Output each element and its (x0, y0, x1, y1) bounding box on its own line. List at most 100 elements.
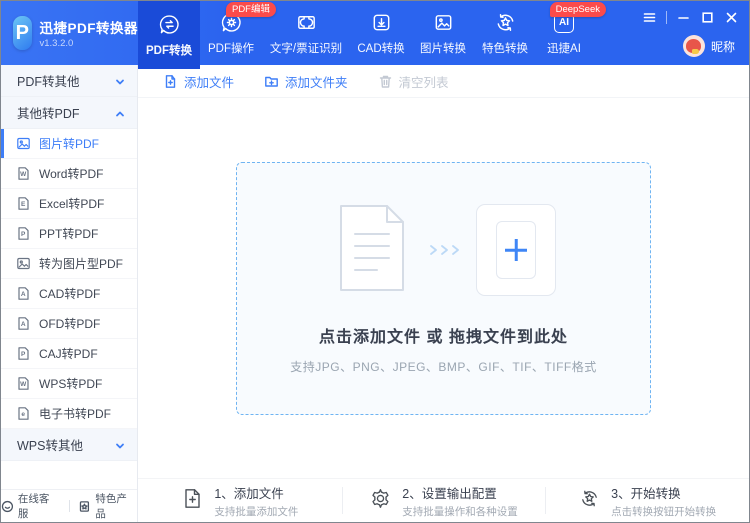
svg-text:W: W (20, 381, 27, 388)
cad-download-icon (369, 11, 393, 35)
convert-bubble-icon (157, 13, 181, 37)
maximize-icon[interactable] (700, 10, 715, 25)
pdf-edit-badge: PDF编辑 (225, 2, 276, 17)
svg-text:W: W (20, 171, 27, 178)
tab-label: 图片转换 (420, 42, 466, 55)
sidebar-group-pdf-to-other[interactable]: PDF转其他 (1, 65, 137, 97)
sidebar: PDF转其他 其他转PDF 图片转PDF W Word转PDF E Excel转… (1, 65, 138, 522)
sidebar-item-caj-to-pdf[interactable]: P CAJ转PDF (1, 339, 137, 369)
file-dropzone[interactable]: 点击添加文件 或 拖拽文件到此处 支持JPG、PNG、JPEG、BMP、GIF、… (236, 161, 651, 415)
sidebar-item-label: OFD转PDF (39, 317, 101, 331)
sidebar-item-label: Excel转PDF (39, 197, 105, 211)
smiley-icon (1, 500, 14, 512)
add-file-button[interactable]: 添加文件 (163, 72, 234, 91)
ebook-file-icon: e (16, 406, 31, 421)
excel-file-icon: E (16, 196, 31, 211)
add-folder-button[interactable]: 添加文件夹 (264, 72, 348, 91)
file-plus-icon (181, 487, 204, 515)
sidebar-item-ofd-to-pdf[interactable]: A OFD转PDF (1, 309, 137, 339)
window-controls-separator (666, 11, 667, 24)
dropzone-formats-text: 支持JPG、PNG、JPEG、BMP、GIF、TIF、TIFF格式 (290, 359, 597, 374)
group-label: WPS转其他 (17, 439, 83, 453)
close-icon[interactable] (724, 10, 739, 25)
word-file-icon: W (16, 166, 31, 181)
star-cycle-icon (493, 11, 517, 35)
sidebar-item-cad-to-pdf[interactable]: A CAD转PDF (1, 279, 137, 309)
featured-products-link[interactable]: 特色产品 (78, 491, 137, 521)
menu-icon[interactable] (642, 10, 657, 25)
sidebar-item-label: Word转PDF (39, 167, 104, 181)
sidebar-item-excel-to-pdf[interactable]: E Excel转PDF (1, 189, 137, 219)
chevron-down-icon (115, 440, 125, 450)
online-support-link[interactable]: 在线客服 (1, 491, 60, 521)
sidebar-item-label: WPS转PDF (39, 377, 103, 391)
sidebar-item-label: 转为图片型PDF (39, 257, 124, 271)
sidebar-item-ppt-to-pdf[interactable]: P PPT转PDF (1, 219, 137, 249)
tab-image-convert[interactable]: 图片转换 (412, 1, 474, 65)
tab-label: 文字/票证识别 (269, 42, 343, 55)
body: PDF转其他 其他转PDF 图片转PDF W Word转PDF E Excel转… (1, 65, 749, 522)
user-name: 昵称 (710, 39, 735, 54)
svg-text:A: A (21, 321, 26, 328)
avatar (682, 35, 705, 57)
dropzone-main-text: 点击添加文件 或 拖拽文件到此处 (319, 328, 568, 346)
app-logo-icon: P (13, 16, 32, 50)
svg-text:P: P (21, 351, 26, 358)
steps-bar: 1、添加文件 支持批量添加文件 2、设置输出配置 支持批量操作和各种设置 3、开… (138, 478, 749, 522)
tab-xunjie-ai[interactable]: DeepSeek AI 迅捷AI (536, 1, 606, 65)
add-file-target-icon[interactable] (476, 204, 556, 296)
chevron-up-icon (115, 108, 125, 118)
file-plus-icon (165, 74, 176, 88)
sidebar-footer: 在线客服 特色产品 (1, 489, 137, 522)
star-cycle-icon (578, 487, 601, 515)
sidebar-item-wps-to-pdf[interactable]: W WPS转PDF (1, 369, 137, 399)
app-version: v1.3.2.0 (39, 38, 74, 49)
tab-special-convert[interactable]: 特色转换 (474, 1, 536, 65)
tab-cad-convert[interactable]: CAD转换 (350, 1, 412, 65)
sidebar-item-label: CAD转PDF (39, 287, 101, 301)
main-panel: 添加文件 添加文件夹 清空列表 点击添加文件 或 拖拽文件到此处 支持JPG、P… (138, 65, 749, 522)
folder-plus-icon (265, 76, 278, 87)
sidebar-item-image-to-pdf[interactable]: 图片转PDF (1, 129, 137, 159)
window-controls (642, 10, 739, 25)
footer-separator (68, 500, 70, 512)
deepseek-badge: DeepSeek (549, 2, 606, 17)
group-label: PDF转其他 (17, 75, 80, 89)
sidebar-item-word-to-pdf[interactable]: W Word转PDF (1, 159, 137, 189)
image-file-icon (16, 256, 31, 271)
gear-icon (369, 487, 392, 515)
user-account[interactable]: 昵称 (682, 35, 735, 57)
sidebar-item-to-image-pdf[interactable]: 转为图片型PDF (1, 249, 137, 279)
tab-label: 特色转换 (482, 42, 528, 55)
app-logo: P 迅捷PDF转换器 v1.3.2.0 (1, 1, 138, 65)
award-icon (80, 500, 90, 512)
app-header: P 迅捷PDF转换器 v1.3.2.0 PDF转换 PDF编辑 PDF操作 文字… (1, 1, 749, 69)
image-file-icon (16, 136, 31, 151)
tab-pdf-edit[interactable]: PDF编辑 PDF操作 (200, 1, 276, 65)
tab-label: PDF操作 (208, 42, 254, 55)
ppt-file-icon: P (16, 226, 31, 241)
clear-list-button[interactable]: 清空列表 (378, 72, 449, 91)
sidebar-group-wps-to-other[interactable]: WPS转其他 (1, 429, 137, 461)
wps-file-icon: W (16, 376, 31, 391)
tab-label: PDF转换 (146, 44, 192, 57)
file-toolbar: 添加文件 添加文件夹 清空列表 (138, 65, 749, 98)
document-icon (331, 202, 413, 299)
sidebar-item-label: 图片转PDF (39, 137, 100, 151)
tab-pdf-convert[interactable]: PDF转换 (138, 1, 200, 69)
svg-text:A: A (21, 291, 26, 298)
minimize-icon[interactable] (676, 10, 691, 25)
app-title: 迅捷PDF转换器 (39, 21, 138, 36)
main-nav: PDF转换 PDF编辑 PDF操作 文字/票证识别 CAD转换 图片转换 特色转… (138, 1, 606, 69)
image-icon (431, 11, 455, 35)
sidebar-item-label: CAJ转PDF (39, 347, 98, 361)
svg-text:P: P (21, 231, 26, 238)
sidebar-item-ebook-to-pdf[interactable]: e 电子书转PDF (1, 399, 137, 429)
tab-label: 迅捷AI (547, 42, 581, 55)
caj-file-icon: P (16, 346, 31, 361)
sidebar-group-other-to-pdf[interactable]: 其他转PDF (1, 97, 137, 129)
chevron-down-icon (115, 76, 125, 86)
step-output-settings: 2、设置输出配置 支持批量操作和各种设置 (341, 479, 546, 522)
sidebar-item-label: 电子书转PDF (39, 407, 112, 421)
tab-label: CAD转换 (357, 42, 405, 55)
